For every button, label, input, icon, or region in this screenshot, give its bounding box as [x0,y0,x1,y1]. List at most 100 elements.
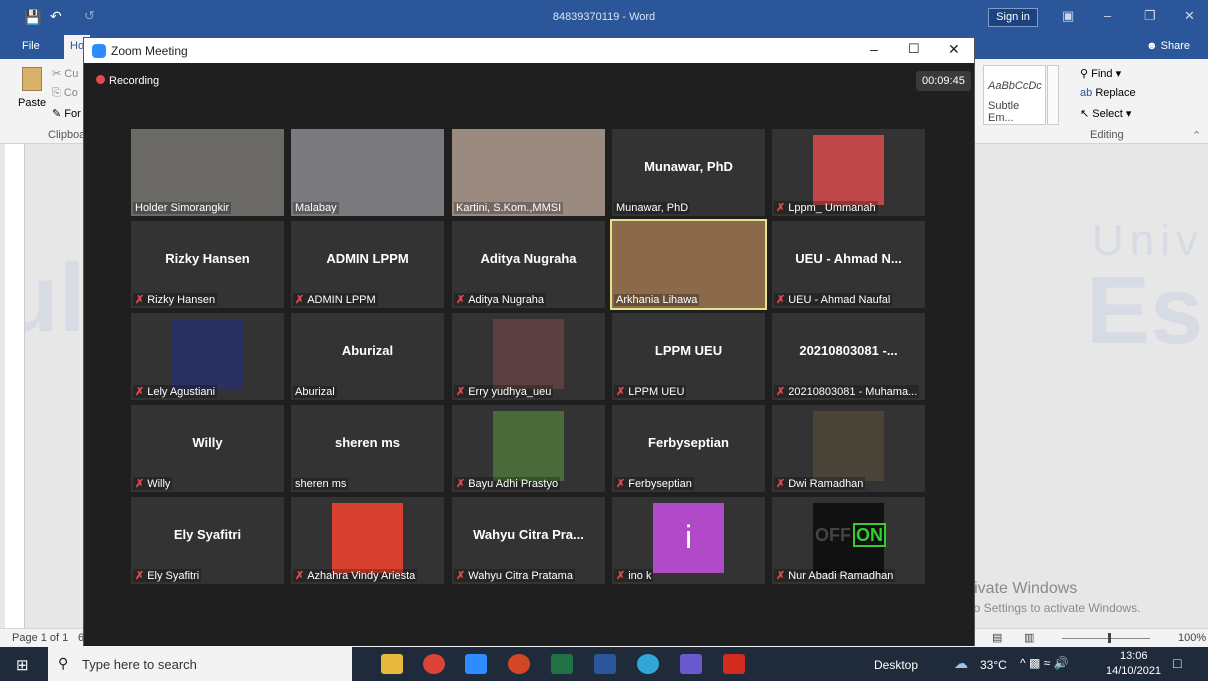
zoom-slider-thumb[interactable] [1108,633,1111,643]
participant-label: ✗ ADMIN LPPM [293,293,378,306]
zoom-meeting-body: Recording 00:09:45 Holder Simorangkir Mal… [84,63,974,646]
style-scroll[interactable] [1047,65,1059,125]
participant-tile[interactable]: Arkhania Lihawa [610,219,767,310]
participant-tile[interactable]: OFF ON ✗ Nur Abadi Ramadhan [772,497,925,584]
participant-tile[interactable]: Malabay [291,129,444,216]
paste-button[interactable]: Paste [18,97,46,109]
print-layout-icon[interactable]: ▥ [1024,631,1034,644]
zoom-level[interactable]: 100% [1178,632,1206,644]
participant-tile[interactable]: UEU - Ahmad N... ✗ UEU - Ahmad Naufal [772,221,925,308]
zoom-taskbar-icon[interactable] [465,654,487,674]
participant-tile[interactable]: Wahyu Citra Pra... ✗ Wahyu Citra Pratama [452,497,605,584]
participant-label: Holder Simorangkir [133,202,232,214]
participant-tile[interactable]: ✗ Lppm_ Ummanah [772,129,925,216]
ribbon-display-icon[interactable]: ▣ [1062,8,1074,24]
participant-video: OFF ON [813,503,886,573]
chrome-icon[interactable] [423,654,445,674]
participant-label: Arkhania Lihawa [614,294,700,306]
format-painter-button[interactable]: ✎ For [52,107,81,120]
participant-tile[interactable]: ✗ Dwi Ramadhan [772,405,925,492]
share-label: Share [1160,40,1190,52]
participant-tile[interactable]: Ferbyseptian ✗ Ferbyseptian [612,405,765,492]
participant-label: ✗ 20210803081 - Muhama... [774,385,920,398]
tray-icons[interactable]: ^ ▩ ≈ 🔊 [1020,656,1069,670]
word-titlebar: 💾 ↶ ↺ 84839370119 - Word Sign in ▣ – ❐ ✕ [0,0,1208,35]
participant-tile[interactable]: Kartini, S.Kom.,MMSI [452,129,605,216]
vertical-ruler [5,144,25,628]
minimize-icon[interactable]: – [1104,8,1111,23]
style-gallery-item[interactable]: AaBbCcDc Subtle Em... [983,65,1046,125]
taskbar: ⊞ ⚲ Type here to search Desktop ☁ 33°C ^… [0,647,1208,681]
copy-button[interactable]: ⎘ Co [52,87,78,100]
participant-tile[interactable]: sheren ms sheren ms [291,405,444,492]
participant-video [493,319,564,389]
avatar-letter: i [684,519,693,555]
participant-label: Munawar, PhD [614,202,691,214]
participant-tile[interactable]: Willy ✗ Willy [131,405,284,492]
sign-in-button[interactable]: Sign in [988,8,1038,27]
zoom-close-icon[interactable]: ✕ [948,41,960,58]
snip-tool-icon[interactable] [680,654,702,674]
word-icon[interactable] [594,654,616,674]
mic-muted-icon: ✗ [616,570,626,582]
participant-label-text: Willy [147,478,171,490]
participant-label-text: Munawar, PhD [616,202,689,214]
clock-date[interactable]: 14/10/2021 [1106,665,1161,677]
zoom-slider[interactable] [1062,638,1150,639]
restore-icon[interactable]: ❐ [1144,8,1156,24]
replace-label: Replace [1095,87,1136,99]
participant-label: ✗ ino k [614,569,654,582]
replace-button[interactable]: ab Replace [1080,87,1136,99]
participant-tile[interactable]: ADMIN LPPM ✗ ADMIN LPPM [291,221,444,308]
participant-label-text: Nur Abadi Ramadhan [788,570,894,582]
participant-video [813,411,884,481]
paste-icon[interactable] [22,67,42,91]
participant-tile[interactable]: ✗ Lely Agustiani [131,313,284,400]
participant-tile[interactable]: ✗ Bayu Adhi Prastyo [452,405,605,492]
participant-label: ✗ Nur Abadi Ramadhan [774,569,896,582]
read-mode-icon[interactable]: ▤ [992,631,1002,644]
participant-tile[interactable]: i ✗ ino k [612,497,765,584]
powerpoint-icon[interactable] [508,654,530,674]
notification-icon[interactable]: □ [1173,655,1181,671]
participant-tile[interactable]: Ely Syafitri ✗ Ely Syafitri [131,497,284,584]
participant-tile[interactable]: 20210803081 -... ✗ 20210803081 - Muhama... [772,313,925,400]
participant-tile[interactable]: Munawar, PhD Munawar, PhD [612,129,765,216]
participant-tile[interactable]: Rizky Hansen ✗ Rizky Hansen [131,221,284,308]
participant-name: Aditya Nugraha [480,251,577,266]
participant-label: Aburizal [293,386,337,398]
edge-icon[interactable] [637,654,659,674]
cut-button[interactable]: ✂ Cu [52,67,78,80]
select-button[interactable]: ↖ Select ▾ [1080,107,1131,120]
weather-icon[interactable]: ☁ [954,655,968,672]
zoom-title: Zoom Meeting [111,44,188,58]
acrobat-icon[interactable] [723,654,745,674]
zoom-maximize-icon[interactable]: ☐ [908,41,920,57]
windows-start-icon[interactable]: ⊞ [16,656,29,674]
format-label: For [64,108,81,120]
zoom-logo-icon [92,44,106,58]
participant-tile[interactable]: ✗ Azhahra Vindy Ariesta [291,497,444,584]
participant-tile[interactable]: Aditya Nugraha ✗ Aditya Nugraha [452,221,605,308]
participant-tile[interactable]: LPPM UEU ✗ LPPM UEU [612,313,765,400]
participant-tile[interactable]: Holder Simorangkir [131,129,284,216]
zoom-minimize-icon[interactable]: – [870,41,878,57]
share-button[interactable]: ☻ Share [1146,40,1190,52]
find-button[interactable]: ⚲ Find ▾ [1080,67,1121,80]
close-icon[interactable]: ✕ [1184,8,1195,24]
temperature[interactable]: 33°C [980,658,1007,672]
recording-indicator[interactable]: Recording [96,75,159,87]
file-explorer-icon[interactable] [381,654,403,674]
tab-file[interactable]: File [22,40,40,52]
taskbar-search-box[interactable]: ⚲ Type here to search [48,647,352,681]
participant-label: ✗ Willy [133,477,173,490]
collapse-ribbon-icon[interactable]: ⌃ [1192,129,1201,142]
participant-tile[interactable]: Aburizal Aburizal [291,313,444,400]
participant-tile[interactable]: ✗ Erry yudhya_ueu [452,313,605,400]
page-count[interactable]: Page 1 of 1 [12,632,68,644]
clock-time[interactable]: 13:06 [1120,650,1148,662]
mic-muted-icon: ✗ [776,570,786,582]
participant-label: ✗ Lely Agustiani [133,385,218,398]
excel-icon[interactable] [551,654,573,674]
desktop-toolbar[interactable]: Desktop [874,658,918,672]
